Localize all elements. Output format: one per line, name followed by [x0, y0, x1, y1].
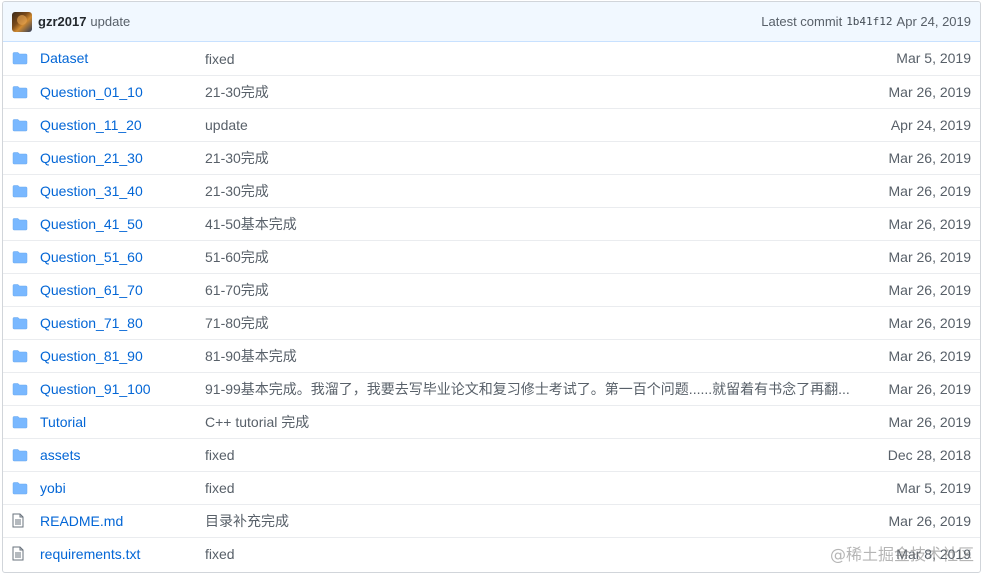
commit-age: Mar 26, 2019: [888, 281, 972, 298]
file-row: requirements.txt fixed Mar 8, 2019: [3, 537, 980, 570]
commit-message-link[interactable]: 51-60完成: [205, 247, 269, 267]
folder-icon: [12, 217, 40, 231]
commit-age: Mar 26, 2019: [888, 347, 972, 364]
file-name-link[interactable]: Question_21_30: [40, 150, 143, 166]
commit-age: Mar 26, 2019: [888, 314, 972, 331]
commit-age: Mar 26, 2019: [888, 83, 972, 100]
commit-age: Mar 26, 2019: [888, 413, 972, 430]
folder-icon: [12, 151, 40, 165]
folder-icon: [12, 184, 40, 198]
file-list: Dataset fixed Mar 5, 2019 Question_01_10 21-…: [3, 42, 980, 570]
commit-date: Apr 24, 2019: [896, 14, 971, 29]
commit-age: Mar 5, 2019: [896, 50, 971, 67]
file-row: assets fixed Dec 28, 2018: [3, 438, 980, 471]
file-name-link[interactable]: Question_51_60: [40, 249, 143, 265]
file-icon: [12, 513, 40, 528]
commit-age: Mar 26, 2019: [888, 149, 972, 166]
commit-message-link[interactable]: fixed: [205, 447, 235, 463]
folder-icon: [12, 118, 40, 132]
commit-age: Mar 5, 2019: [896, 479, 971, 496]
file-row: Question_81_90 81-90基本完成 Mar 26, 2019: [3, 339, 980, 372]
folder-icon: [12, 316, 40, 330]
file-row: Question_51_60 51-60完成 Mar 26, 2019: [3, 240, 980, 273]
file-name-link[interactable]: Tutorial: [40, 414, 86, 430]
file-name-link[interactable]: Question_11_20: [40, 117, 142, 133]
commit-age: Mar 26, 2019: [888, 182, 972, 199]
commit-age: Mar 26, 2019: [888, 248, 972, 265]
commit-message-link[interactable]: fixed: [205, 546, 235, 562]
file-name-link[interactable]: Question_01_10: [40, 84, 143, 100]
latest-commit-bar: gzr2017 update Latest commit 1b41f12 Apr…: [3, 2, 980, 42]
folder-icon: [12, 250, 40, 264]
folder-icon: [12, 349, 40, 363]
commit-message-link[interactable]: 81-90基本完成: [205, 346, 297, 366]
folder-icon: [12, 448, 40, 462]
file-row: yobi fixed Mar 5, 2019: [3, 471, 980, 504]
commit-age: Dec 28, 2018: [887, 446, 971, 463]
commit-message-link[interactable]: 21-30完成: [205, 148, 269, 168]
commit-age: Mar 26, 2019: [888, 215, 972, 232]
file-row: Question_21_30 21-30完成 Mar 26, 2019: [3, 141, 980, 174]
folder-icon: [12, 382, 40, 396]
commit-message-link[interactable]: 21-30完成: [205, 82, 269, 102]
file-name-link[interactable]: Question_31_40: [40, 183, 143, 199]
file-name-link[interactable]: requirements.txt: [40, 546, 140, 562]
commit-message-link[interactable]: 21-30完成: [205, 181, 269, 201]
commit-message-link[interactable]: C++ tutorial 完成: [205, 412, 309, 432]
file-row: Question_61_70 61-70完成 Mar 26, 2019: [3, 273, 980, 306]
commit-sha[interactable]: 1b41f12: [846, 15, 892, 28]
commit-message-link[interactable]: update: [205, 117, 248, 133]
latest-commit-info: Latest commit 1b41f12 Apr 24, 2019: [761, 14, 971, 29]
commit-message-link[interactable]: 目录补充完成: [205, 511, 289, 531]
file-row: Question_31_40 21-30完成 Mar 26, 2019: [3, 174, 980, 207]
file-row: Question_11_20 update Apr 24, 2019: [3, 108, 980, 141]
commit-author[interactable]: gzr2017: [38, 14, 86, 29]
file-row: Question_01_10 21-30完成 Mar 26, 2019: [3, 75, 980, 108]
folder-icon: [12, 85, 40, 99]
folder-icon: [12, 51, 40, 65]
folder-icon: [12, 481, 40, 495]
commit-message-link[interactable]: 61-70完成: [205, 280, 269, 300]
file-row: Question_91_100 91-99基本完成。我溜了，我要去写毕业论文和复习…: [3, 372, 980, 405]
file-name-link[interactable]: yobi: [40, 480, 66, 496]
folder-icon: [12, 415, 40, 429]
commit-age: Apr 24, 2019: [890, 116, 971, 133]
commit-age: Mar 8, 2019: [896, 545, 971, 562]
latest-commit-label: Latest commit: [761, 14, 843, 29]
file-browser: gzr2017 update Latest commit 1b41f12 Apr…: [2, 1, 981, 573]
file-name-link[interactable]: Question_41_50: [40, 216, 143, 232]
file-row: README.md 目录补充完成 Mar 26, 2019: [3, 504, 980, 537]
file-name-link[interactable]: Question_61_70: [40, 282, 143, 298]
file-row: Question_71_80 71-80完成 Mar 26, 2019: [3, 306, 980, 339]
file-row: Dataset fixed Mar 5, 2019: [3, 42, 980, 75]
commit-message-link[interactable]: 41-50基本完成: [205, 214, 297, 234]
commit-message-link[interactable]: 71-80完成: [205, 313, 269, 333]
file-name-link[interactable]: README.md: [40, 513, 123, 529]
file-icon: [12, 546, 40, 561]
commit-message-link[interactable]: 91-99基本完成。我溜了，我要去写毕业论文和复习修士考试了。第一百个问题...…: [205, 379, 850, 399]
file-name-link[interactable]: assets: [40, 447, 80, 463]
file-name-link[interactable]: Question_81_90: [40, 348, 143, 364]
folder-icon: [12, 283, 40, 297]
file-row: Question_41_50 41-50基本完成 Mar 26, 2019: [3, 207, 980, 240]
commit-age: Mar 26, 2019: [888, 512, 972, 529]
commit-message-link[interactable]: fixed: [205, 480, 235, 496]
commit-age: Mar 26, 2019: [888, 380, 972, 397]
file-row: Tutorial C++ tutorial 完成 Mar 26, 2019: [3, 405, 980, 438]
author-avatar[interactable]: [12, 11, 32, 32]
file-name-link[interactable]: Dataset: [40, 50, 88, 66]
file-name-link[interactable]: Question_91_100: [40, 381, 151, 397]
file-name-link[interactable]: Question_71_80: [40, 315, 143, 331]
commit-message[interactable]: update: [90, 14, 130, 29]
commit-message-link[interactable]: fixed: [205, 51, 235, 67]
